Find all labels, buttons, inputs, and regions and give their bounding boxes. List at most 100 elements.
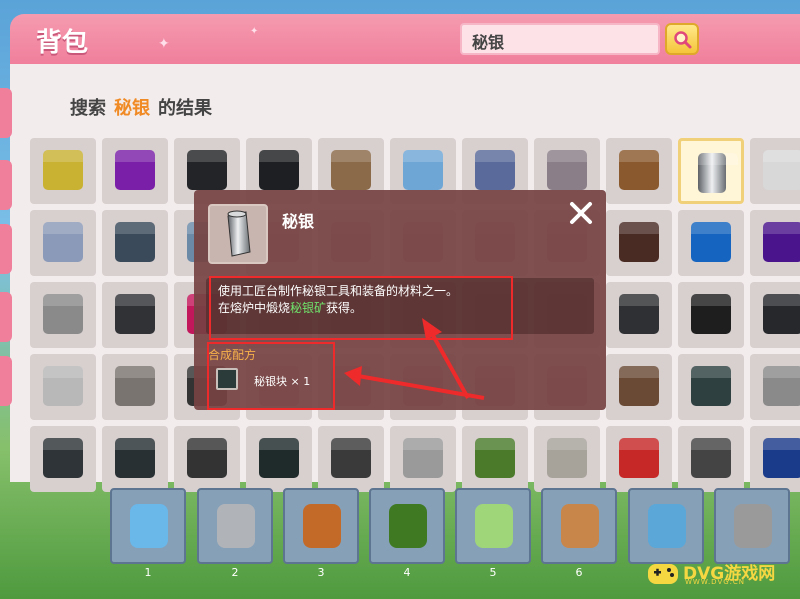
stairs-cube-icon bbox=[43, 438, 83, 478]
item-slot[interactable] bbox=[750, 282, 800, 348]
result-keyword: 秘银 bbox=[114, 98, 150, 119]
ore-cube-icon bbox=[331, 438, 371, 478]
item-slot[interactable] bbox=[30, 282, 96, 348]
star-decoration-icon: ✦ bbox=[158, 36, 170, 52]
search-input[interactable]: 秘银 bbox=[460, 23, 660, 55]
black-cube-icon bbox=[259, 150, 299, 190]
bow-icon bbox=[547, 150, 587, 190]
mithril-ingot-icon bbox=[698, 153, 738, 193]
yellow-cube-icon bbox=[43, 150, 83, 190]
purple-cube-icon bbox=[763, 222, 800, 262]
gray-cube-icon bbox=[43, 294, 83, 334]
item-slot[interactable] bbox=[750, 138, 800, 204]
item-slot[interactable] bbox=[102, 138, 168, 204]
brown-cube-icon bbox=[619, 222, 659, 262]
item-slot[interactable] bbox=[606, 138, 672, 204]
result-suffix: 的结果 bbox=[158, 98, 212, 119]
axe-icon bbox=[619, 150, 659, 190]
search-result-title: 搜索 秘银 的结果 bbox=[70, 94, 212, 120]
door-icon bbox=[691, 366, 731, 406]
hammer-icon bbox=[115, 222, 155, 262]
dark-cube-icon bbox=[619, 294, 659, 334]
close-button[interactable] bbox=[566, 198, 596, 228]
rake-icon bbox=[561, 504, 599, 548]
search-button[interactable] bbox=[665, 23, 699, 55]
slab-cube-icon bbox=[115, 438, 155, 478]
hotbar-slot-number: 6 bbox=[575, 566, 583, 579]
mossy-cube-icon bbox=[475, 438, 515, 478]
lava-cube-icon bbox=[619, 438, 659, 478]
hotbar-slot-number: 1 bbox=[144, 566, 152, 579]
item-slot[interactable] bbox=[30, 354, 96, 420]
blue-ore-cube-icon bbox=[763, 438, 800, 478]
side-tab[interactable] bbox=[0, 292, 12, 342]
star-decoration-icon: ✦ bbox=[250, 26, 259, 37]
item-slot[interactable] bbox=[102, 210, 168, 276]
page-title: 背包 bbox=[36, 28, 89, 58]
hotbar-slot[interactable] bbox=[283, 488, 359, 564]
search-input-value: 秘银 bbox=[472, 33, 505, 52]
mesh-cube-icon bbox=[115, 366, 155, 406]
hotbar-slot[interactable] bbox=[455, 488, 531, 564]
dark-cube-icon bbox=[259, 438, 299, 478]
fence-icon bbox=[187, 438, 227, 478]
mithril-ingot-icon bbox=[227, 210, 251, 257]
close-icon bbox=[570, 202, 592, 224]
hotbar-slot[interactable] bbox=[369, 488, 445, 564]
item-slot[interactable] bbox=[750, 210, 800, 276]
item-slot[interactable] bbox=[102, 354, 168, 420]
item-slot[interactable] bbox=[606, 210, 672, 276]
grate-cube-icon bbox=[691, 294, 731, 334]
gray-cube-icon bbox=[43, 366, 83, 406]
hotbar-slot[interactable] bbox=[197, 488, 273, 564]
item-slot[interactable] bbox=[678, 210, 744, 276]
item-slot[interactable] bbox=[678, 138, 744, 204]
cloth-icon bbox=[763, 150, 800, 190]
side-tab[interactable] bbox=[0, 88, 12, 138]
bottle-icon bbox=[130, 504, 168, 548]
watermark-url: WWW.DVG.CN bbox=[685, 578, 746, 586]
hotbar-slot[interactable] bbox=[541, 488, 617, 564]
item-slot[interactable] bbox=[606, 282, 672, 348]
watermark: DVG游戏网 WWW.DVG.CN bbox=[645, 557, 795, 589]
item-slot[interactable] bbox=[678, 354, 744, 420]
blue-cube-icon bbox=[403, 150, 443, 190]
pitchfork-icon bbox=[475, 150, 515, 190]
scissors-icon bbox=[43, 222, 83, 262]
dark-cube-icon bbox=[763, 294, 800, 334]
ore-cube-icon bbox=[691, 438, 731, 478]
item-slot[interactable] bbox=[102, 282, 168, 348]
item-slot[interactable] bbox=[750, 354, 800, 420]
item-slot[interactable] bbox=[606, 354, 672, 420]
item-slot[interactable] bbox=[30, 138, 96, 204]
item-slot[interactable] bbox=[30, 210, 96, 276]
side-tab[interactable] bbox=[0, 160, 12, 210]
header-bar: 背包 ✦ ✦ 秘银 bbox=[10, 14, 800, 64]
hotbar-slot-number: 3 bbox=[317, 566, 325, 579]
hotbar-slot-number: 4 bbox=[403, 566, 411, 579]
detail-title: 秘银 bbox=[282, 212, 315, 231]
black-cube-icon bbox=[187, 150, 227, 190]
item-slot[interactable] bbox=[678, 282, 744, 348]
hotbar-slot[interactable] bbox=[628, 488, 704, 564]
seeds-icon bbox=[475, 504, 513, 548]
spool-icon bbox=[619, 366, 659, 406]
magnifier-icon bbox=[674, 31, 692, 49]
stone-cube-icon bbox=[547, 438, 587, 478]
side-tab[interactable] bbox=[0, 356, 12, 406]
purple-cube-icon bbox=[115, 150, 155, 190]
hotbar-slot[interactable] bbox=[714, 488, 790, 564]
belt-icon bbox=[331, 150, 371, 190]
grass-block-icon bbox=[389, 504, 427, 548]
bucket-icon bbox=[217, 504, 255, 548]
blue-egg-icon bbox=[648, 504, 686, 548]
side-tab[interactable] bbox=[0, 224, 12, 274]
annotation-box-description bbox=[209, 276, 513, 340]
stone-cube-icon bbox=[403, 438, 443, 478]
result-prefix: 搜索 bbox=[70, 98, 106, 119]
hotbar-slot-number: 5 bbox=[489, 566, 497, 579]
hotbar-slot[interactable] bbox=[110, 488, 186, 564]
detail-item-slot bbox=[208, 204, 268, 264]
gamepad-logo-icon bbox=[648, 564, 678, 584]
torch-icon bbox=[303, 504, 341, 548]
